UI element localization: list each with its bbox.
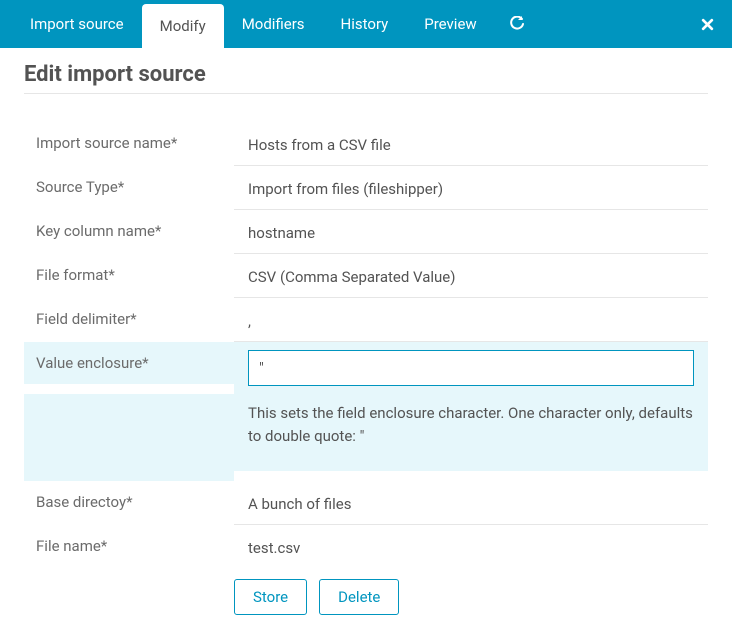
row-base-directory: Base directoy* [24,481,708,525]
input-base-directory[interactable] [248,495,694,513]
row-source-type: Source Type* [24,166,708,210]
tab-history[interactable]: History [323,0,407,48]
tab-modify[interactable]: Modify [142,4,224,48]
row-file-name: File name* [24,525,708,569]
label-source-type: Source Type* [24,166,234,208]
label-file-name: File name* [24,525,234,567]
input-key-column-name[interactable] [248,224,694,242]
store-button[interactable]: Store [234,579,307,615]
label-value-enclosure: Value enclosure* [24,342,234,384]
tab-modifiers[interactable]: Modifiers [224,0,323,48]
row-import-source-name: Import source name* [24,122,708,166]
label-file-format: File format* [24,254,234,296]
refresh-icon[interactable] [495,0,539,48]
close-icon[interactable] [701,0,714,48]
input-file-name[interactable] [248,539,694,557]
tab-preview[interactable]: Preview [406,0,494,48]
row-field-delimiter: Field delimiter* [24,298,708,342]
help-row-value-enclosure: This sets the field enclosure character.… [24,394,708,481]
label-base-directory: Base directoy* [24,481,234,523]
row-file-format: File format* [24,254,708,298]
label-key-column-name: Key column name* [24,210,234,252]
input-value-enclosure[interactable] [248,350,694,386]
tab-import-source[interactable]: Import source [12,0,142,48]
delete-button[interactable]: Delete [319,579,399,615]
form: Import source name* Source Type* Key col… [24,122,708,615]
tab-bar: Import source Modify Modifiers History P… [0,0,732,48]
row-key-column-name: Key column name* [24,210,708,254]
help-value-enclosure: This sets the field enclosure character.… [234,394,708,471]
input-import-source-name[interactable] [248,136,694,154]
page-title: Edit import source [24,62,708,94]
input-source-type[interactable] [248,180,694,198]
row-value-enclosure: Value enclosure* [24,342,708,394]
input-field-delimiter[interactable] [248,312,694,330]
input-file-format[interactable] [248,268,694,286]
label-import-source-name: Import source name* [24,122,234,164]
label-field-delimiter: Field delimiter* [24,298,234,340]
